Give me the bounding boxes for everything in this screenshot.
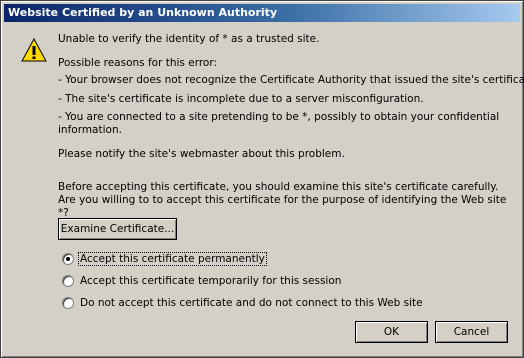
reasons-heading: Possible reasons for this error:	[58, 57, 218, 69]
option-label: Do not accept this certificate and do no…	[80, 297, 423, 309]
radio-accept-temporarily[interactable]	[62, 275, 74, 287]
option-label: Accept this certificate permanently	[78, 252, 267, 266]
certificate-dialog: Website Certified by an Unknown Authorit…	[0, 0, 524, 358]
radio-selected-dot	[66, 257, 70, 261]
radio-accept-permanently[interactable]	[62, 253, 74, 265]
examine-instructions: Before accepting this certificate, you s…	[58, 181, 507, 219]
identity-message: Unable to verify the identity of * as a …	[58, 33, 320, 45]
notify-webmaster-text: Please notify the site's webmaster about…	[58, 148, 345, 160]
reason-impostor-site: - You are connected to a site pretending…	[58, 111, 500, 136]
cancel-button[interactable]: Cancel	[435, 321, 508, 343]
warning-icon	[21, 38, 47, 62]
reason-incomplete-cert: - The site's certificate is incomplete d…	[58, 93, 424, 105]
window-title: Website Certified by an Unknown Authorit…	[8, 6, 278, 19]
examine-certificate-button[interactable]: Examine Certificate...	[58, 218, 177, 240]
radio-do-not-accept[interactable]	[62, 297, 74, 309]
ok-button[interactable]: OK	[355, 321, 428, 343]
reason-unknown-ca: - Your browser does not recognize the Ce…	[58, 74, 524, 86]
title-bar[interactable]: Website Certified by an Unknown Authorit…	[4, 4, 520, 22]
option-label: Accept this certificate temporarily for …	[80, 275, 342, 287]
